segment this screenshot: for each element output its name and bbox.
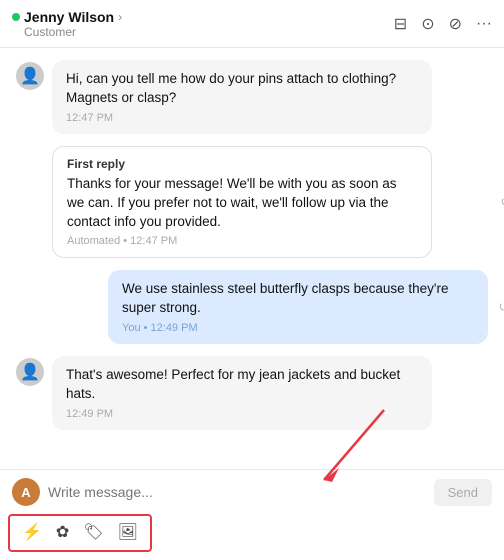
avatar-2: 👤 [16,358,44,386]
message-row-2: 👤 That's awesome! Perfect for my jean ja… [16,356,488,430]
archive-icon[interactable]: ⊟ [394,14,407,34]
auto-reply-wrapper: First reply Thanks for your message! We'… [52,146,488,259]
contact-name: Jenny Wilson [24,9,114,25]
compose-toolbar: ⚡ ✿ 🏷 🖼 [8,514,152,552]
message-input[interactable] [48,484,426,500]
message-text: Hi, can you tell me how do your pins att… [66,70,418,108]
chat-header: Jenny Wilson › Customer ⊟ ⊙ ⊘ ··· [0,0,504,48]
customer-bubble-2: That's awesome! Perfect for my jean jack… [52,356,432,430]
compose-area: A Send ⚡ ✿ 🏷 🖼 [0,469,504,560]
compose-avatar: A [12,478,40,506]
compose-input-row: A Send [0,470,504,514]
auto-reply-bubble: First reply Thanks for your message! We'… [52,146,432,259]
own-retry-icon[interactable]: ↺ [498,299,504,316]
auto-reply-timestamp: Automated • 12:47 PM [67,235,417,247]
header-contact-info: Jenny Wilson › Customer [12,9,122,39]
own-message-text: We use stainless steel butterfly clasps … [122,280,474,318]
user-icon[interactable]: ⊙ [421,14,434,34]
emoji-icon[interactable]: ✿ [56,522,69,542]
retry-icon[interactable]: ↺ [500,194,504,211]
user-avatar-icon: 👤 [20,66,40,86]
tag-icon[interactable]: 🏷 [83,522,103,542]
more-icon[interactable]: ··· [476,15,492,33]
own-message-row: We use stainless steel butterfly clasps … [16,270,488,344]
messages-list: 👤 Hi, can you tell me how do your pins a… [0,48,504,469]
image-icon[interactable]: 🖼 [118,522,138,542]
auto-reply-title: First reply [67,157,417,171]
header-action-buttons: ⊟ ⊙ ⊘ ··· [394,14,492,34]
contact-subtitle: Customer [24,25,122,39]
customer-bubble: Hi, can you tell me how do your pins att… [52,60,432,134]
chevron-right-icon[interactable]: › [118,10,122,24]
message-row: 👤 Hi, can you tell me how do your pins a… [16,60,488,134]
user-avatar-icon-2: 👤 [20,362,40,382]
own-message-timestamp: You • 12:49 PM [122,322,474,334]
message-timestamp-2: 12:49 PM [66,408,418,420]
own-bubble: We use stainless steel butterfly clasps … [108,270,488,344]
avatar: 👤 [16,62,44,90]
message-timestamp: 12:47 PM [66,112,418,124]
block-icon[interactable]: ⊘ [449,14,462,34]
message-text-2: That's awesome! Perfect for my jean jack… [66,366,418,404]
online-status-dot [12,13,20,21]
quick-reply-icon[interactable]: ⚡ [22,522,42,542]
auto-reply-text: Thanks for your message! We'll be with y… [67,175,417,232]
send-button[interactable]: Send [434,479,492,506]
